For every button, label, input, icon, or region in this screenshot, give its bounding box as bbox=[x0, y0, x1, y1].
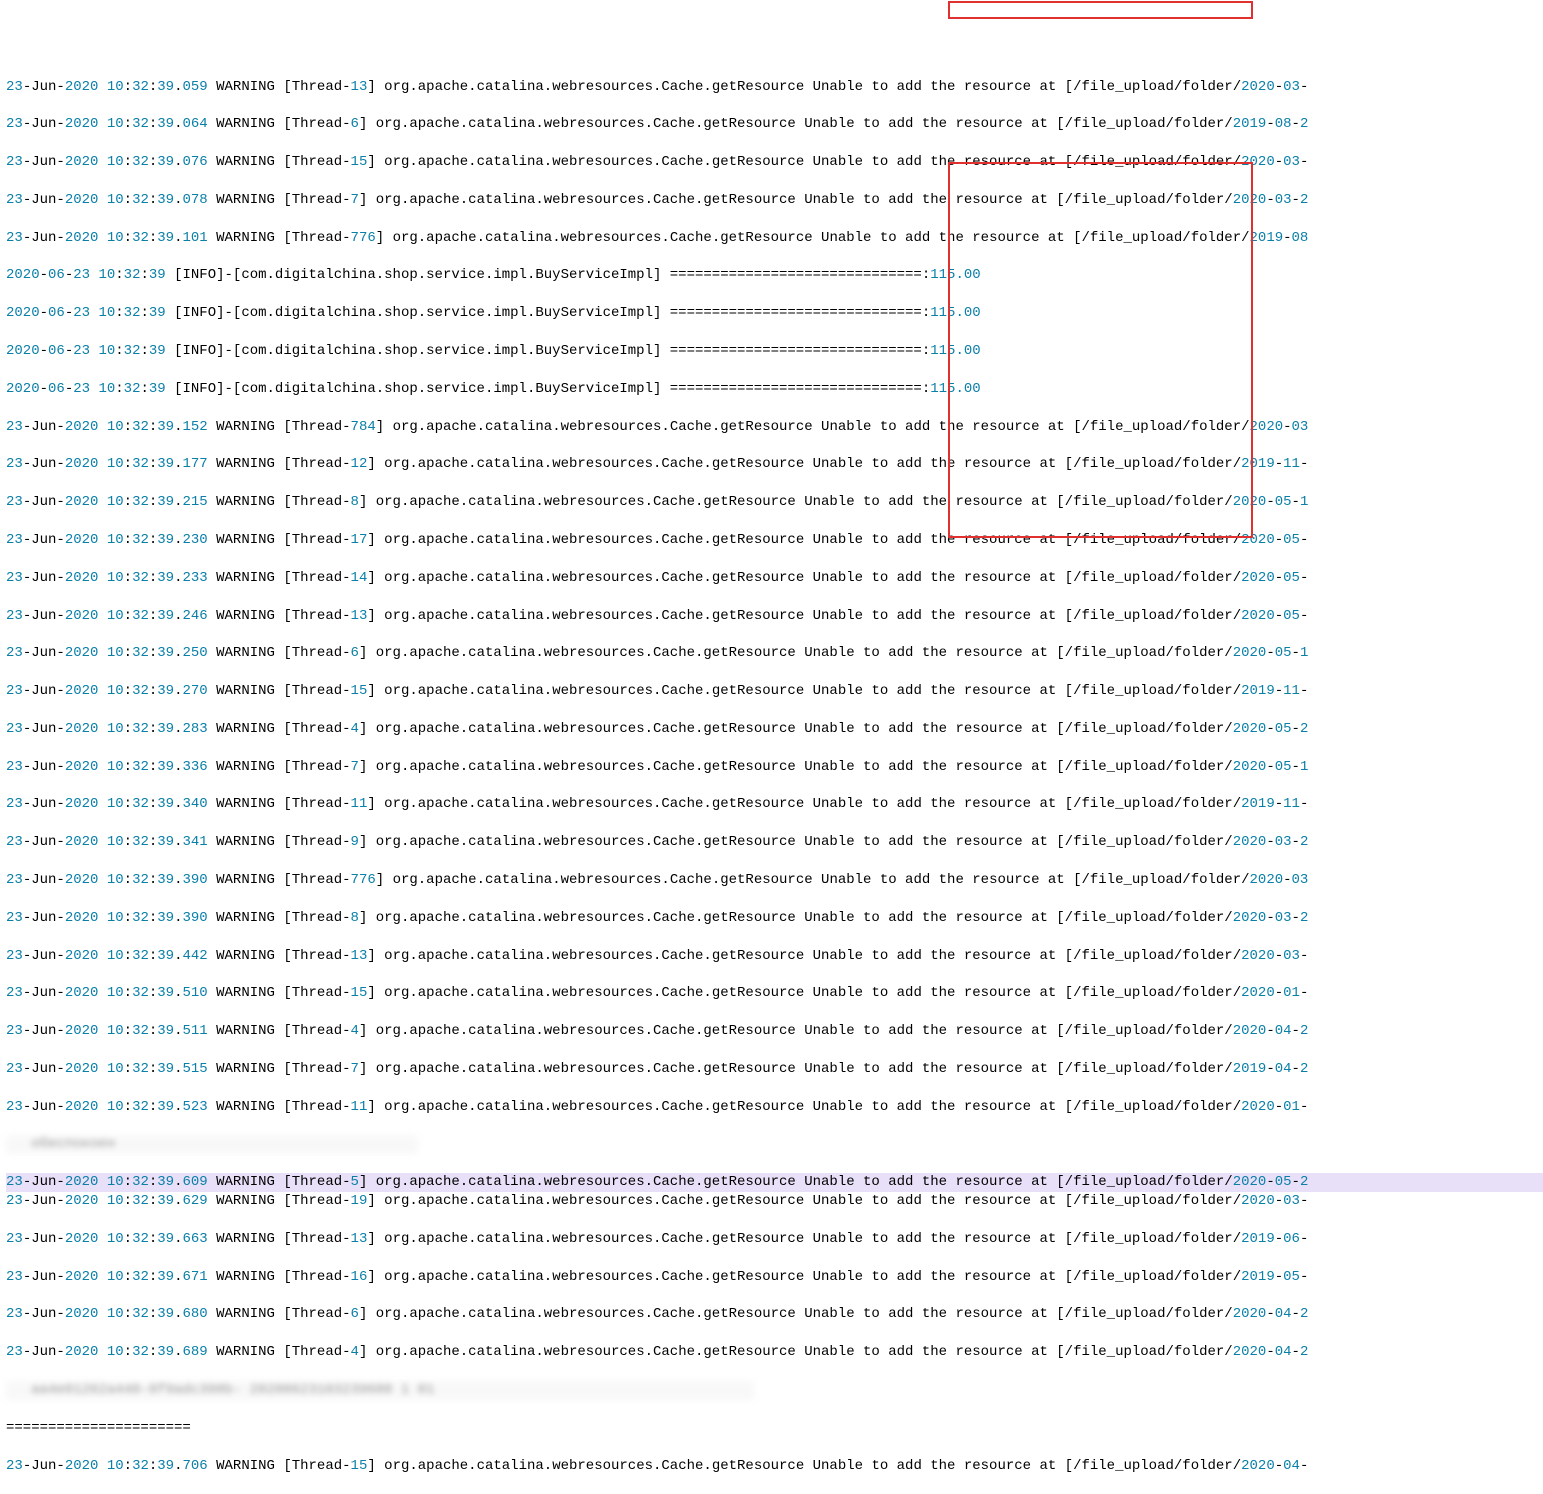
log-line: 2020-06-23 10:32:39 [INFO]-[com.digitalc… bbox=[6, 304, 1543, 323]
log-line: 23-Jun-2020 10:32:39.706 WARNING [Thread… bbox=[6, 1457, 1543, 1476]
log-line: 23-Jun-2020 10:32:39.336 WARNING [Thread… bbox=[6, 758, 1543, 777]
log-line: 23-Jun-2020 10:32:39.064 WARNING [Thread… bbox=[6, 115, 1543, 134]
log-line: 23-Jun-2020 10:32:39.246 WARNING [Thread… bbox=[6, 607, 1543, 626]
log-line: 2020-06-23 10:32:39 [INFO]-[com.digitalc… bbox=[6, 266, 1543, 285]
log-line: 23-Jun-2020 10:32:39.341 WARNING [Thread… bbox=[6, 833, 1543, 852]
log-line: 23-Jun-2020 10:32:39.233 WARNING [Thread… bbox=[6, 569, 1543, 588]
log-line: 23-Jun-2020 10:32:39.215 WARNING [Thread… bbox=[6, 493, 1543, 512]
log-line: 23-Jun-2020 10:32:39.059 WARNING [Thread… bbox=[6, 78, 1543, 97]
log-line: 23-Jun-2020 10:32:39.515 WARNING [Thread… bbox=[6, 1060, 1543, 1079]
log-line: 2020-06-23 10:32:39 [INFO]-[com.digitalc… bbox=[6, 380, 1543, 399]
redacted-line: aa4e01262a440-8f9adc398b- 20200623103239… bbox=[6, 1381, 1543, 1400]
log-line: 23-Jun-2020 10:32:39.442 WARNING [Thread… bbox=[6, 947, 1543, 966]
log-line: 23-Jun-2020 10:32:39.152 WARNING [Thread… bbox=[6, 418, 1543, 437]
log-line: 23-Jun-2020 10:32:39.078 WARNING [Thread… bbox=[6, 191, 1543, 210]
log-line: 23-Jun-2020 10:32:39.101 WARNING [Thread… bbox=[6, 229, 1543, 248]
log-line: 23-Jun-2020 10:32:39.511 WARNING [Thread… bbox=[6, 1022, 1543, 1041]
log-line: 23-Jun-2020 10:32:39.510 WARNING [Thread… bbox=[6, 984, 1543, 1003]
log-line: 23-Jun-2020 10:32:39.689 WARNING [Thread… bbox=[6, 1343, 1543, 1362]
log-line: 23-Jun-2020 10:32:39.671 WARNING [Thread… bbox=[6, 1268, 1543, 1287]
highlight-box-1 bbox=[948, 1, 1253, 19]
log-line: 23-Jun-2020 10:32:39.177 WARNING [Thread… bbox=[6, 455, 1543, 474]
log-line: 23-Jun-2020 10:32:39.609 WARNING [Thread… bbox=[6, 1173, 1543, 1192]
log-line: 23-Jun-2020 10:32:39.390 WARNING [Thread… bbox=[6, 909, 1543, 928]
log-line: 23-Jun-2020 10:32:39.270 WARNING [Thread… bbox=[6, 682, 1543, 701]
log-line: 2020-06-23 10:32:39 [INFO]-[com.digitalc… bbox=[6, 342, 1543, 361]
log-line: 23-Jun-2020 10:32:39.230 WARNING [Thread… bbox=[6, 531, 1543, 550]
log-line: 23-Jun-2020 10:32:39.629 WARNING [Thread… bbox=[6, 1192, 1543, 1211]
log-line: 23-Jun-2020 10:32:39.076 WARNING [Thread… bbox=[6, 153, 1543, 172]
log-viewer: 23-Jun-2020 10:32:39.059 WARNING [Thread… bbox=[6, 78, 1543, 1494]
log-line: 23-Jun-2020 10:32:39.340 WARNING [Thread… bbox=[6, 795, 1543, 814]
separator-line: ====================== bbox=[6, 1419, 1543, 1438]
log-line: 23-Jun-2020 10:32:39.680 WARNING [Thread… bbox=[6, 1305, 1543, 1324]
log-line: 23-Jun-2020 10:32:39.663 WARNING [Thread… bbox=[6, 1230, 1543, 1249]
log-line: 23-Jun-2020 10:32:39.390 WARNING [Thread… bbox=[6, 871, 1543, 890]
log-line: 23-Jun-2020 10:32:39.250 WARNING [Thread… bbox=[6, 644, 1543, 663]
redacted-line: обеспокоен bbox=[6, 1135, 1543, 1154]
log-line: 23-Jun-2020 10:32:39.523 WARNING [Thread… bbox=[6, 1098, 1543, 1117]
log-line: 23-Jun-2020 10:32:39.283 WARNING [Thread… bbox=[6, 720, 1543, 739]
